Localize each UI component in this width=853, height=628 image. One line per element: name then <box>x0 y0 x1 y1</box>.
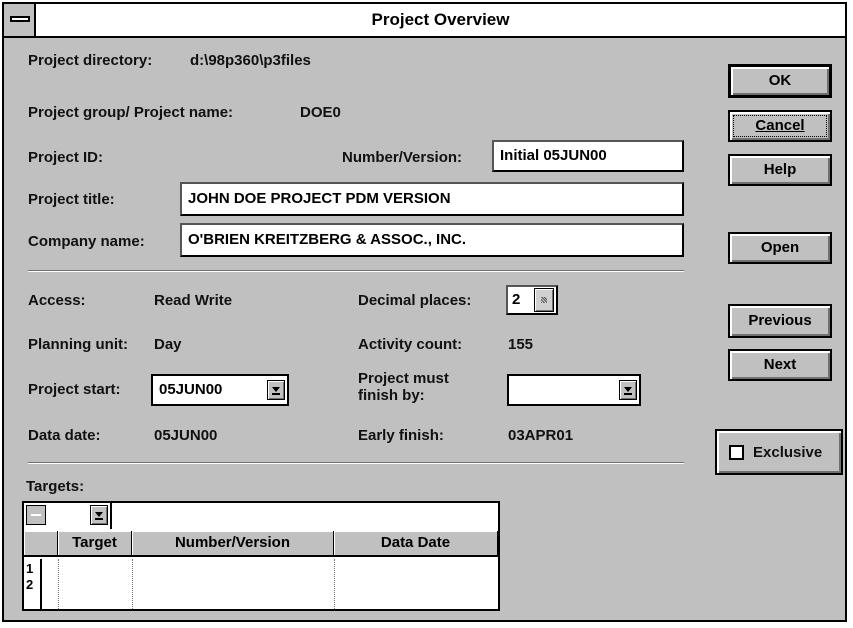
separator-bottom <box>28 462 684 464</box>
activity-count-value: 155 <box>508 336 534 353</box>
decimal-places-value: 2 <box>512 291 521 308</box>
column-header-data-date[interactable]: Data Date <box>334 531 498 557</box>
next-button[interactable]: Next <box>728 349 832 381</box>
cancel-button[interactable]: Cancel <box>728 110 832 142</box>
activity-count-label: Activity count: <box>358 336 463 353</box>
project-title-label: Project title: <box>28 191 115 208</box>
previous-button[interactable]: Previous <box>728 304 832 338</box>
collapse-icon[interactable] <box>26 505 46 525</box>
system-menu-icon[interactable] <box>4 4 36 36</box>
row-number: 2 <box>26 577 34 592</box>
number-version-label: Number/Version: <box>342 149 463 166</box>
data-date-label: Data date: <box>28 427 101 444</box>
row-number: 1 <box>26 561 34 576</box>
exclusive-checkbox-group[interactable]: Exclusive <box>715 429 843 475</box>
project-directory-label: Project directory: <box>28 52 153 69</box>
project-group-name-label: Project group/ Project name: <box>28 104 234 121</box>
separator-top <box>28 270 684 272</box>
number-version-field[interactable]: Initial 05JUN00 <box>492 140 684 172</box>
early-finish-value: 03APR01 <box>508 427 574 444</box>
spinner-icon[interactable] <box>534 288 554 312</box>
project-title-field[interactable]: JOHN DOE PROJECT PDM VERSION <box>180 182 684 216</box>
dropdown-arrow-icon[interactable] <box>619 380 637 400</box>
project-start-value: 05JUN00 <box>159 381 223 398</box>
decimal-places-label: Decimal places: <box>358 292 472 309</box>
project-directory-value: d:\98p360\p3files <box>190 52 311 69</box>
must-finish-label-line1: Project must <box>358 370 449 387</box>
data-date-value: 05JUN00 <box>154 427 218 444</box>
project-group-name-value: DOE0 <box>300 104 341 121</box>
access-value: Read Write <box>154 292 233 309</box>
help-button[interactable]: Help <box>728 154 832 186</box>
column-header-target[interactable]: Target <box>58 531 132 557</box>
company-name-label: Company name: <box>28 233 145 250</box>
company-name-field[interactable]: O'BRIEN KREITZBERG & ASSOC., INC. <box>180 223 684 257</box>
project-start-combo[interactable]: 05JUN00 <box>151 374 289 406</box>
project-id-label: Project ID: <box>28 149 104 166</box>
targets-toolbar <box>24 503 498 533</box>
row-header-corner <box>24 531 58 557</box>
open-button[interactable]: Open <box>728 232 832 264</box>
project-start-label: Project start: <box>28 381 121 398</box>
dropdown-arrow-icon[interactable] <box>90 505 108 525</box>
early-finish-label: Early finish: <box>358 427 444 444</box>
targets-label: Targets: <box>26 478 85 495</box>
title-bar: Project Overview <box>4 4 845 38</box>
project-must-finish-label: Project must finish by: <box>358 370 449 404</box>
planning-unit-label: Planning unit: <box>28 336 128 353</box>
exclusive-label: Exclusive <box>753 444 823 461</box>
project-must-finish-combo[interactable] <box>507 374 641 406</box>
must-finish-label-line2: finish by: <box>358 387 425 404</box>
project-overview-dialog: Project Overview Project directory: d:\9… <box>2 2 847 622</box>
targets-grid[interactable]: Target Number/Version Data Date 1 2 <box>22 501 500 611</box>
window-title: Project Overview <box>371 10 510 29</box>
ok-button[interactable]: OK <box>728 64 832 98</box>
column-header-number-version[interactable]: Number/Version <box>132 531 334 557</box>
dropdown-arrow-icon[interactable] <box>267 380 285 400</box>
access-label: Access: <box>28 292 86 309</box>
planning-unit-value: Day <box>154 336 182 353</box>
exclusive-checkbox[interactable] <box>729 445 744 460</box>
